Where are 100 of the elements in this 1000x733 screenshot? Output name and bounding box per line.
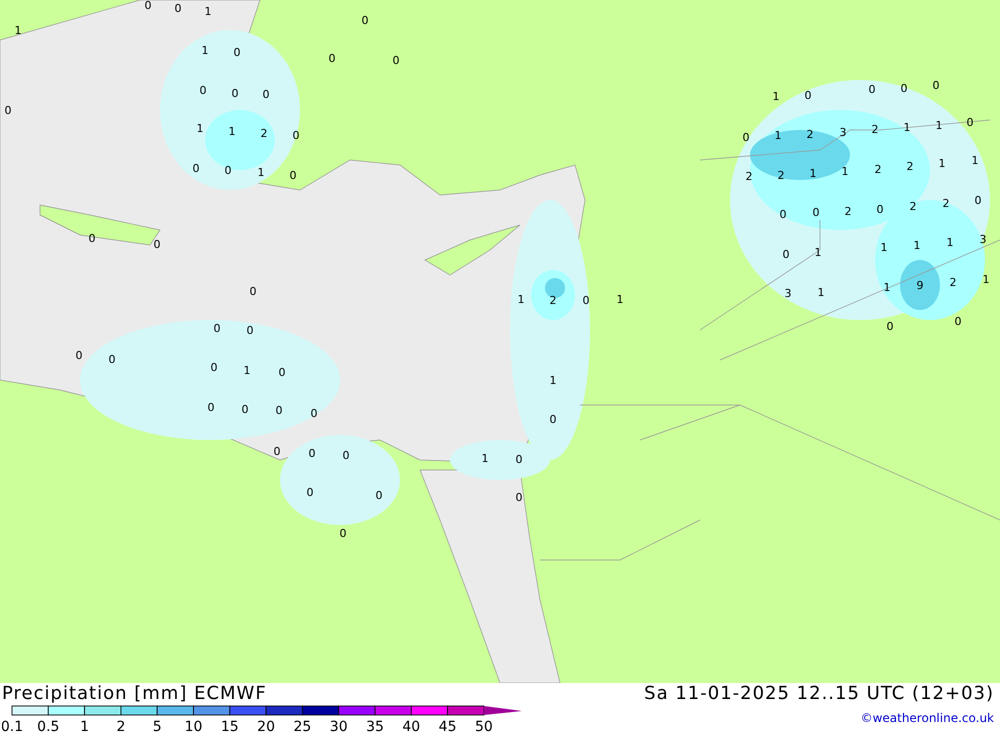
precip-value: 2: [872, 123, 878, 136]
precip-value: 2: [550, 294, 556, 307]
precip-value: 1: [482, 452, 488, 465]
precip-value: 2: [260, 127, 268, 140]
precip-value: 0: [392, 54, 400, 67]
legend-tick: 2: [116, 719, 126, 733]
legend-tick: 35: [366, 719, 384, 733]
precip-value: 1: [196, 122, 204, 135]
precip-value: 2: [746, 170, 752, 183]
legend-tick: 15: [220, 719, 239, 733]
precip-value: 0: [516, 453, 522, 466]
precip-value: 0: [224, 164, 232, 177]
chart-title: Precipitation [mm] ECMWF: [2, 683, 268, 705]
precip-value: 0: [192, 162, 200, 175]
precip-value: 1: [550, 374, 556, 387]
precip-value: 0: [262, 88, 270, 101]
precip-value: 0: [742, 131, 750, 144]
precip-value: 0: [966, 116, 974, 129]
legend-tick: 0.5: [37, 719, 60, 733]
precip-value: 1: [946, 236, 954, 249]
precip-value: 0: [974, 194, 982, 207]
precip-value: 1: [880, 241, 888, 254]
precip-value: 1: [774, 129, 782, 142]
precip-value: 1: [616, 293, 624, 306]
precip-value: 0: [250, 285, 256, 298]
precip-value: 0: [306, 486, 314, 499]
precip-value: 3: [840, 126, 846, 139]
precip-value: 0: [340, 527, 346, 540]
precip-value: 0: [174, 2, 182, 15]
legend-tick: 45: [438, 719, 457, 733]
precip-value: 0: [550, 413, 556, 426]
precip-value: 1: [228, 125, 236, 138]
precip-value: 0: [932, 79, 940, 92]
precip-value: 2: [874, 163, 882, 176]
precip-value: 0: [278, 366, 286, 379]
precip-value: 1: [202, 44, 208, 57]
precip-value: 1: [972, 154, 978, 167]
precip-value: 1: [914, 239, 920, 252]
precip-value: 0: [812, 206, 820, 219]
precip-value: 9: [916, 279, 924, 292]
precip-value: 1: [772, 90, 780, 103]
precip-value: 1: [14, 24, 22, 37]
precip-value: 2: [950, 276, 956, 289]
precip-value: 1: [938, 157, 946, 170]
precip-value: 0: [144, 0, 152, 12]
precip-value: 1: [204, 5, 212, 18]
precip-value: 0: [900, 82, 908, 95]
precip-value: 1: [904, 121, 910, 134]
valid-time: Sa 11-01-2025 12..15 UTC (12+03): [644, 683, 994, 705]
precip-value: 0: [4, 104, 12, 117]
credit-text: ©weatheronline.co.uk: [860, 711, 994, 725]
precip-value: 0: [246, 324, 254, 337]
precip-value: 3: [784, 287, 792, 300]
precip-value: 0: [234, 46, 240, 59]
precip-value: 2: [910, 200, 916, 213]
precip-value: 0: [292, 129, 300, 142]
precip-value: 0: [782, 248, 790, 261]
precip-value: 1: [518, 293, 524, 306]
precip-value: 0: [210, 361, 218, 374]
precip-value: 2: [778, 169, 784, 182]
precip-value: 0: [780, 208, 786, 221]
precip-value: 0: [876, 203, 884, 216]
precip-value: 0: [582, 294, 590, 307]
precip-value: 0: [310, 407, 318, 420]
legend-tick: 5: [152, 719, 162, 733]
precip-value: 0: [376, 489, 382, 502]
precip-value: 0: [276, 404, 282, 417]
precip-value: 0: [342, 449, 350, 462]
precip-value: 0: [886, 320, 894, 333]
precip-value: 1: [982, 273, 990, 286]
legend-tick: 0.1: [2, 719, 24, 733]
legend-tick: 20: [257, 719, 276, 733]
precip-value: 0: [868, 83, 876, 96]
precip-value: 0: [154, 238, 160, 251]
legend-tick: 10: [184, 719, 202, 733]
precip-value: 0: [274, 445, 280, 458]
precip-value: 0: [232, 87, 238, 100]
precip-value: 2: [942, 197, 950, 210]
legend-tick: 40: [402, 719, 420, 733]
precip-value: 0: [308, 447, 316, 460]
precip-value: 0: [88, 232, 96, 245]
precip-value: 0: [290, 169, 296, 182]
precip-value: 0: [76, 349, 82, 362]
precip-value: 0: [200, 84, 206, 97]
legend-tick: 50: [474, 719, 493, 733]
precip-value: 2: [906, 160, 914, 173]
precip-value: 0: [516, 491, 522, 504]
precip-value: 3: [980, 233, 986, 246]
precip-value: 1: [258, 166, 264, 179]
precip-value: 0: [954, 315, 962, 328]
precip-value: 1: [884, 281, 890, 294]
precip-value: 0: [328, 52, 336, 65]
precip-value: 2: [806, 128, 814, 141]
precip-value: 2: [844, 205, 852, 218]
legend-tick: 25: [293, 719, 312, 733]
precip-value: 0: [242, 403, 248, 416]
precip-value: 1: [810, 167, 816, 180]
legend-tick: 1: [80, 719, 90, 733]
precip-value: 1: [818, 286, 824, 299]
precip-value: 0: [362, 14, 368, 27]
